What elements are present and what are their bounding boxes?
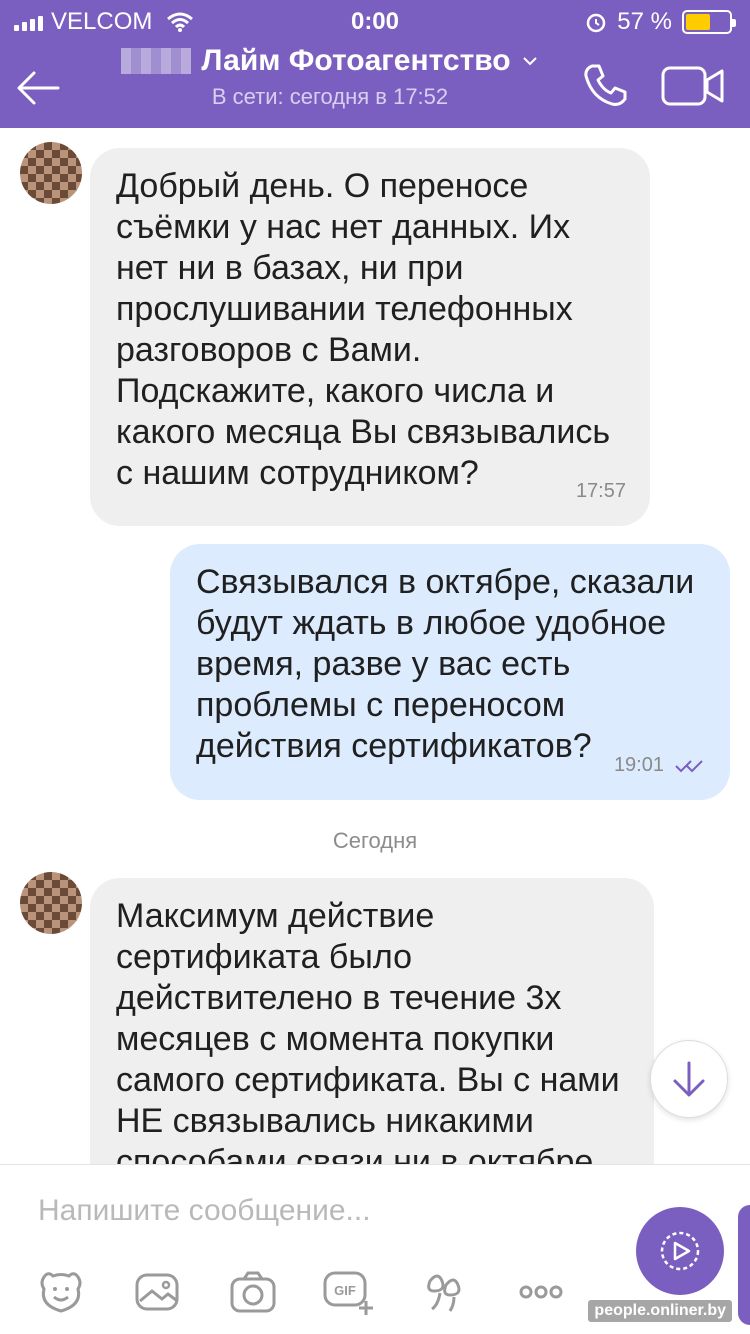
battery-percent: 57 %: [617, 8, 672, 35]
gallery-icon[interactable]: [130, 1265, 184, 1319]
online-status: В сети: сегодня в 17:52: [211, 84, 449, 109]
chat-header: VELCOM 0:00 57 % Лайм Фотоагентство В се…: [0, 0, 750, 128]
gif-icon[interactable]: GIF: [322, 1265, 376, 1319]
more-icon[interactable]: [514, 1265, 568, 1319]
side-panel-handle[interactable]: [738, 1205, 750, 1325]
message-input[interactable]: [38, 1191, 598, 1231]
send-video-button[interactable]: [636, 1207, 724, 1295]
status-bar: VELCOM 0:00 57 %: [0, 0, 750, 40]
message-meta: 19:01: [614, 745, 706, 786]
doodle-icon[interactable]: [418, 1265, 472, 1319]
message-text: Добрый день. О переносе съёмки у нас нет…: [116, 167, 611, 492]
title-line[interactable]: Лайм Фотоагентство: [100, 44, 560, 78]
message-text: Максимум действие сертификата было дейст…: [116, 897, 620, 1164]
sticker-icon[interactable]: [34, 1265, 88, 1319]
blurred-name: [121, 48, 192, 74]
gif-label: GIF: [334, 1283, 356, 1298]
camera-icon[interactable]: [226, 1265, 280, 1319]
chat-title-block[interactable]: Лайм Фотоагентство В сети: сегодня в 17:…: [100, 44, 560, 110]
double-check-icon: [675, 759, 703, 772]
message-bubble-incoming[interactable]: Максимум действие сертификата было дейст…: [90, 878, 654, 1164]
composer-toolbar: GIF: [0, 1265, 640, 1321]
message-list[interactable]: Добрый день. О переносе съёмки у нас нет…: [0, 128, 750, 1164]
video-camera-icon[interactable]: [660, 62, 726, 110]
scroll-to-bottom-button[interactable]: [650, 1040, 728, 1118]
day-separator: Сегодня: [332, 828, 418, 853]
status-right: 57 %: [585, 8, 736, 36]
battery-level: [686, 14, 710, 30]
message-bubble-outgoing[interactable]: Связывался в октябре, сказали будут ждат…: [170, 544, 730, 800]
arrow-down-icon: [673, 1061, 705, 1097]
back-arrow-icon[interactable]: [14, 64, 62, 112]
message-text: Связывался в октябре, сказали будут ждат…: [196, 563, 695, 765]
message-time: 19:01: [613, 754, 664, 776]
chevron-down-icon[interactable]: [521, 52, 539, 70]
message-time: 17:57: [575, 480, 626, 502]
contact-avatar[interactable]: [20, 872, 82, 934]
battery-icon: [682, 10, 736, 34]
message-bubble-incoming[interactable]: Добрый день. О переносе съёмки у нас нет…: [90, 148, 650, 526]
phone-icon[interactable]: [580, 60, 630, 110]
chat-title[interactable]: Лайм Фотоагентство: [201, 44, 510, 78]
alarm-icon: [587, 13, 606, 33]
contact-avatar[interactable]: [20, 142, 82, 204]
message-meta: 17:57: [576, 471, 626, 512]
play-circle-icon: [660, 1231, 700, 1271]
watermark: people.onliner.by: [588, 1300, 732, 1322]
